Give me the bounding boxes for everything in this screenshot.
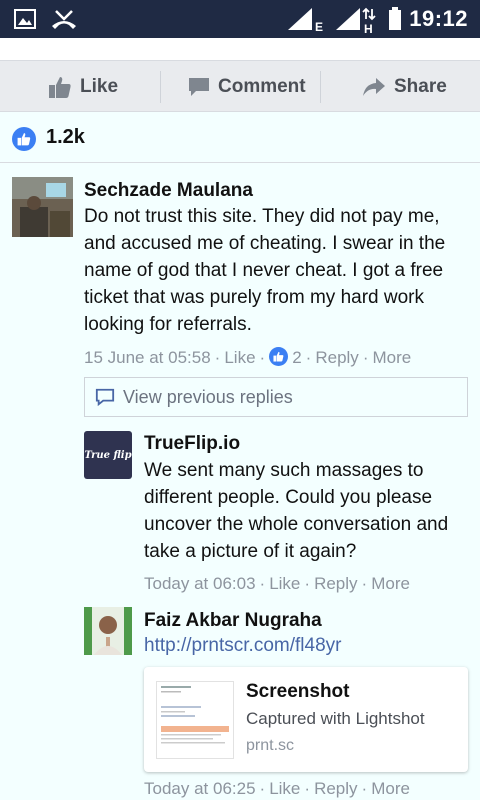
status-time: 19:12 (409, 6, 468, 31)
link-preview-thumbnail (156, 681, 234, 759)
view-previous-label: View previous replies (123, 386, 293, 407)
reply-author[interactable]: TrueFlip.io (144, 433, 240, 455)
reaction-count: 1.2k (46, 126, 85, 148)
reply-time[interactable]: Today at 06:25 (144, 779, 256, 798)
signal-icon (336, 0, 360, 38)
reply-reply-link[interactable]: Reply (314, 779, 357, 798)
action-bar: Like Comment Share (0, 60, 480, 112)
status-bar: E H 19:12 (0, 0, 480, 38)
comment-button[interactable]: Comment (188, 61, 306, 113)
like-reaction-icon (269, 347, 289, 366)
avatar-logo-text: True flip (84, 449, 132, 461)
reply-text: We sent many such massages to different … (144, 460, 449, 562)
reply-reply-link[interactable]: Reply (314, 574, 357, 593)
reply-time[interactable]: Today at 06:03 (144, 574, 256, 593)
comment-meta: 15 June at 05:58 · Like · 2 · Reply · More (84, 347, 412, 367)
comment-more-link[interactable]: More (372, 348, 411, 367)
link-preview-subtitle: Captured with Lightshot (246, 709, 425, 728)
shared-link[interactable]: http://prntscr.com/fl48yr (144, 635, 341, 657)
reply-like-link[interactable]: Like (269, 574, 300, 593)
comment-author[interactable]: Sechzade Maulana (84, 180, 253, 202)
battery-icon (388, 0, 402, 38)
comment-like-link[interactable]: Like (224, 348, 255, 367)
share-label: Share (394, 76, 447, 97)
divider (160, 71, 161, 103)
thumbs-up-icon (49, 77, 71, 98)
signal-icon (288, 0, 312, 38)
share-arrow-icon (363, 78, 385, 96)
link-preview-card[interactable]: Screenshot Captured with Lightshot prnt.… (144, 667, 468, 772)
link-preview-domain: prnt.sc (246, 737, 295, 754)
reply-like-link[interactable]: Like (269, 779, 300, 798)
avatar[interactable] (12, 177, 73, 237)
comment-like-count[interactable]: 2 (292, 348, 301, 367)
link-preview-title: Screenshot (246, 681, 350, 702)
comment-label: Comment (218, 76, 306, 97)
gallery-icon (14, 0, 36, 38)
reactions-row[interactable]: 1.2k (0, 113, 480, 163)
reply-more-link[interactable]: More (371, 779, 410, 798)
missed-call-icon (50, 0, 78, 38)
divider (320, 71, 321, 103)
like-label: Like (80, 76, 119, 97)
comment-icon (189, 78, 209, 96)
view-previous-replies-button[interactable]: View previous replies (84, 377, 468, 417)
share-button[interactable]: Share (362, 61, 447, 113)
avatar[interactable] (84, 607, 132, 655)
like-reaction-icon (12, 127, 36, 151)
top-spacer (0, 38, 480, 60)
reply-author[interactable]: Faiz Akbar Nugraha (144, 610, 322, 632)
reply-meta: Today at 06:25 · Like · Reply · More (144, 779, 410, 798)
reply-more-link[interactable]: More (371, 574, 410, 593)
comment-icon (95, 388, 115, 407)
like-button[interactable]: Like (48, 61, 118, 113)
comment-reply-link[interactable]: Reply (315, 348, 358, 367)
avatar[interactable]: True flip (84, 431, 132, 479)
comment-time[interactable]: 15 June at 05:58 (84, 348, 211, 367)
comment-text: Do not trust this site. They did not pay… (84, 206, 446, 335)
reply-meta: Today at 06:03 · Like · Reply · More (144, 574, 410, 593)
